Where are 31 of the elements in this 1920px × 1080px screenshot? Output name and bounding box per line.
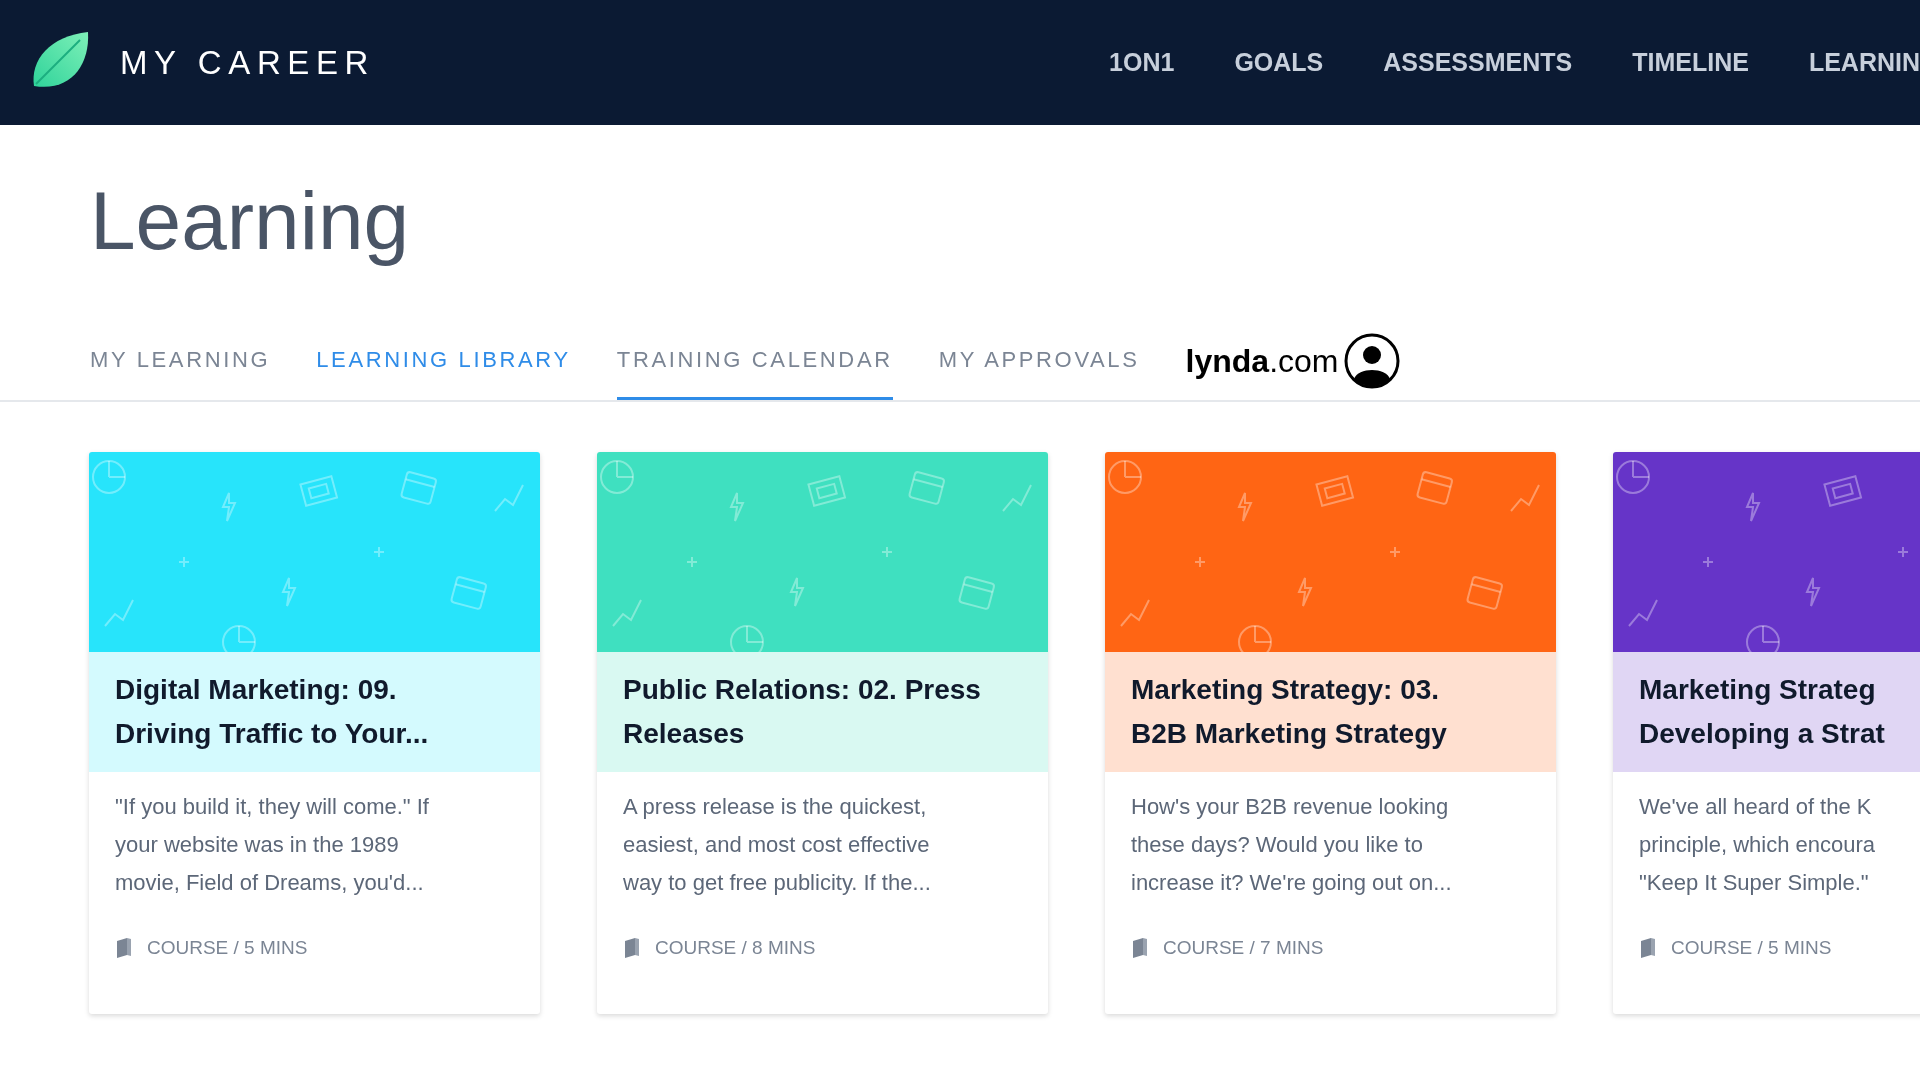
book-icon xyxy=(1131,937,1149,960)
course-meta: COURSE / 7 MINS xyxy=(1163,936,1324,960)
course-card[interactable]: Public Relations: 02. Press Releases A press release is the quickest, easiest, and most cost effective way to get free publicity. If the... COURSE / 8 MINS xyxy=(597,452,1048,1014)
nav-link[interactable]: ASSESSMENTS xyxy=(1383,43,1573,82)
book-icon xyxy=(1639,937,1657,960)
course-title: Marketing Strategy: 03. B2B Marketing Strategy xyxy=(1131,673,1447,751)
course-description: A press release is the quickest, easiest, and most cost effective way to get free publicity. If the... xyxy=(622,793,932,897)
course-description: How's your B2B revenue looking these days? Would you like to increase it? We're going out on... xyxy=(1130,793,1453,897)
course-title: Marketing Strateg Developing a Strat xyxy=(1639,673,1885,751)
course-title: Digital Marketing: 09. Driving Traffic to Your... xyxy=(115,673,429,751)
nav-link[interactable]: 1ON1 xyxy=(1109,43,1175,82)
course-meta: COURSE / 8 MINS xyxy=(655,936,816,960)
course-card[interactable]: Marketing Strateg Developing a Strat We've all heard of the K principle, which encoura "Keep It Super Simple." COURSE / 5 MINS xyxy=(1613,452,1920,1014)
book-icon xyxy=(623,937,641,960)
brand-name: MY CAREER xyxy=(120,42,375,83)
avatar-icon xyxy=(1344,333,1401,389)
course-title: Public Relations: 02. Press Releases xyxy=(623,673,981,751)
nav-link[interactable]: GOALS xyxy=(1234,43,1324,82)
course-meta: COURSE / 5 MINS xyxy=(1671,936,1832,960)
course-description: "If you build it, they will come." If your website was in the 1989 movie, Field of Dreams, you'd... xyxy=(114,793,430,897)
course-description: We've all heard of the K principle, which encoura "Keep It Super Simple." xyxy=(1638,793,1877,897)
tab[interactable]: MY LEARNING xyxy=(90,322,271,400)
course-meta: COURSE / 5 MINS xyxy=(147,936,308,960)
nav-link[interactable]: LEARNIN xyxy=(1808,43,1920,82)
book-icon xyxy=(115,937,133,960)
course-card[interactable]: Digital Marketing: 09. Driving Traffic to Your... "If you build it, they will come." If your website was in the 1989 movie, Field of Dreams, you'd... COURSE / 5 MINS xyxy=(89,452,540,1014)
nav-link[interactable]: TIMELINE xyxy=(1632,43,1749,82)
tab[interactable]: MY APPROVALS xyxy=(938,322,1140,400)
partner-logo-text: lynda.com xyxy=(1185,342,1339,381)
tab[interactable]: TRAINING CALENDAR xyxy=(616,322,893,400)
course-card[interactable]: Marketing Strategy: 03. B2B Marketing Strategy How's your B2B revenue looking these days? Would you like to increase it? We're going out on... COURSE / 7 MINS xyxy=(1105,452,1556,1014)
